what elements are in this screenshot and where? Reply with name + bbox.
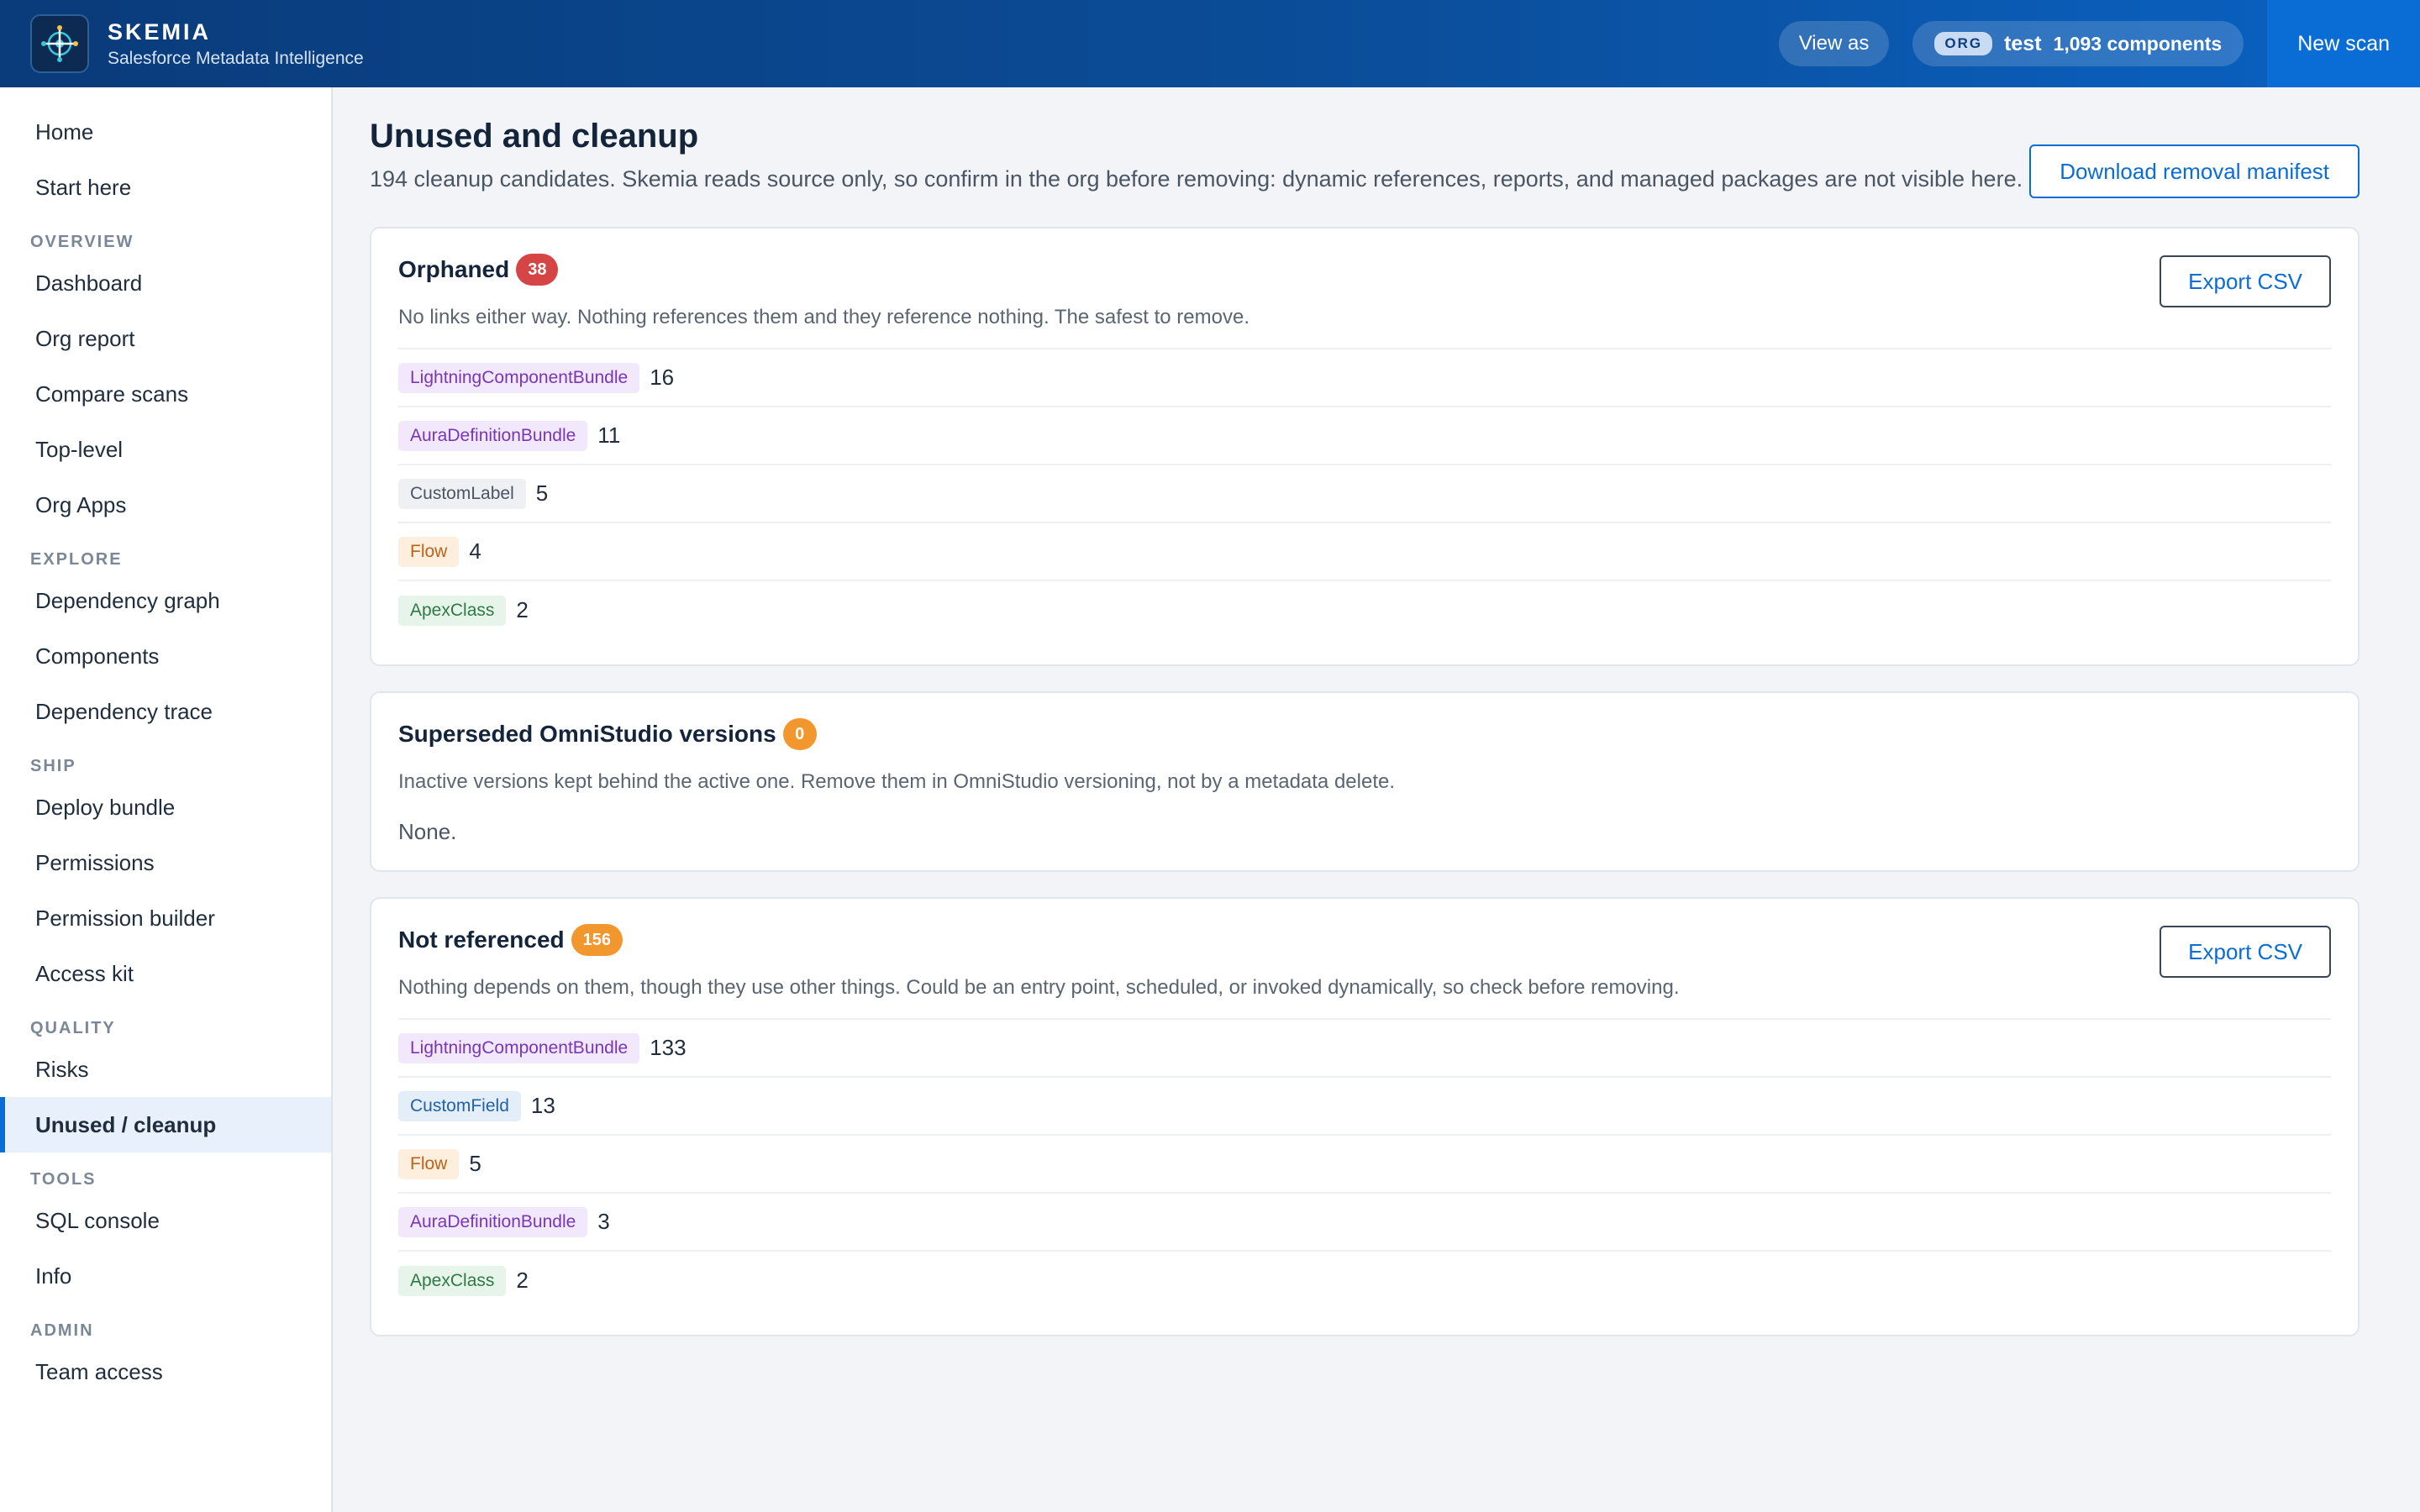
type-chip[interactable]: AuraDefinitionBundle <box>398 420 588 451</box>
new-scan-button[interactable]: New scan <box>2267 0 2420 87</box>
type-count: 133 <box>650 1035 687 1060</box>
not-referenced-type-list: LightningComponentBundle 133 CustomField… <box>398 1018 2331 1310</box>
orphaned-export-csv-button[interactable]: Export CSV <box>2160 255 2331 307</box>
sidebar-item-start-here[interactable]: Start here <box>0 160 331 215</box>
org-component-count: 1,093 components <box>2053 32 2223 55</box>
type-chip[interactable]: CustomField <box>398 1090 521 1121</box>
list-item: LightningComponentBundle 133 <box>398 1020 2331 1078</box>
brand-name: SKEMIA <box>108 18 212 45</box>
list-item: CustomField 13 <box>398 1078 2331 1136</box>
type-chip[interactable]: ApexClass <box>398 1265 507 1296</box>
type-count: 11 <box>597 423 621 448</box>
brand: SKEMIA Salesforce Metadata Intelligence <box>108 19 364 69</box>
sidebar-item-risks[interactable]: Risks <box>0 1042 331 1097</box>
sidebar-section-admin: ADMIN <box>30 1321 94 1340</box>
brand-subtitle: Salesforce Metadata Intelligence <box>108 48 364 68</box>
orphaned-type-list: LightningComponentBundle 16 AuraDefiniti… <box>398 348 2331 639</box>
sidebar-item-dependency-graph[interactable]: Dependency graph <box>0 573 331 628</box>
superseded-description: Inactive versions kept behind the active… <box>398 770 1396 793</box>
list-item: CustomLabel 5 <box>398 465 2331 523</box>
type-chip[interactable]: ApexClass <box>398 595 507 626</box>
sidebar-section-explore: EXPLORE <box>30 550 123 569</box>
org-selector[interactable]: ORG test 1,093 components <box>1912 21 2244 66</box>
card-title: Superseded OmniStudio versions 0 <box>398 718 2331 750</box>
sidebar-item-dashboard[interactable]: Dashboard <box>0 255 331 311</box>
list-item: Flow 4 <box>398 523 2331 581</box>
sidebar-item-info[interactable]: Info <box>0 1248 331 1304</box>
type-count: 2 <box>516 1268 529 1293</box>
page-title: Unused and cleanup <box>370 118 699 155</box>
list-item: ApexClass 2 <box>398 581 2331 639</box>
orphaned-description: No links either way. Nothing references … <box>398 306 1249 328</box>
sidebar-item-permissions[interactable]: Permissions <box>0 835 331 890</box>
sidebar-section-ship: SHIP <box>30 757 76 775</box>
not-referenced-card: Not referenced 156 Nothing depends on th… <box>370 897 2360 1336</box>
skemia-logo-icon[interactable] <box>30 14 89 73</box>
list-item: ApexClass 2 <box>398 1252 2331 1310</box>
sidebar-item-org-apps[interactable]: Org Apps <box>0 477 331 533</box>
header-actions: View as ORG test 1,093 components New sc… <box>1778 0 2420 87</box>
type-chip[interactable]: AuraDefinitionBundle <box>398 1206 588 1237</box>
sidebar-item-sql-console[interactable]: SQL console <box>0 1193 331 1248</box>
org-tag: ORG <box>1934 32 1993 55</box>
not-referenced-description: Nothing depends on them, though they use… <box>398 976 1680 999</box>
type-count: 4 <box>469 538 481 564</box>
type-count: 16 <box>650 365 675 390</box>
not-referenced-title: Not referenced <box>398 927 565 953</box>
sidebar-item-home[interactable]: Home <box>0 104 331 160</box>
type-chip[interactable]: LightningComponentBundle <box>398 362 640 393</box>
card-title: Not referenced 156 <box>398 924 2331 956</box>
superseded-count-badge: 0 <box>782 718 817 750</box>
sidebar-item-team-access[interactable]: Team access <box>0 1344 331 1399</box>
sidebar-section-quality: QUALITY <box>30 1019 116 1037</box>
sidebar: Home Start here OVERVIEW Dashboard Org r… <box>0 87 333 1512</box>
orphaned-count-badge: 38 <box>516 254 559 286</box>
sidebar-item-compare-scans[interactable]: Compare scans <box>0 366 331 422</box>
view-as-button[interactable]: View as <box>1778 21 1890 66</box>
org-name: test <box>2004 31 2042 55</box>
sidebar-item-org-report[interactable]: Org report <box>0 311 331 366</box>
superseded-card: Superseded OmniStudio versions 0 Inactiv… <box>370 691 2360 872</box>
sidebar-item-unused-cleanup[interactable]: Unused / cleanup <box>0 1097 331 1152</box>
list-item: LightningComponentBundle 16 <box>398 349 2331 407</box>
sidebar-item-dependency-trace[interactable]: Dependency trace <box>0 684 331 739</box>
type-count: 5 <box>535 480 549 506</box>
type-count: 5 <box>469 1151 481 1176</box>
page-subtitle: 194 cleanup candidates. Skemia reads sou… <box>370 166 2023 192</box>
type-count: 2 <box>516 597 529 622</box>
type-chip[interactable]: Flow <box>398 536 460 567</box>
not-referenced-export-csv-button[interactable]: Export CSV <box>2160 926 2331 978</box>
not-referenced-count-badge: 156 <box>571 924 623 956</box>
type-count: 3 <box>597 1209 610 1234</box>
type-chip[interactable]: LightningComponentBundle <box>398 1032 640 1063</box>
type-chip[interactable]: Flow <box>398 1148 460 1179</box>
list-item: Flow 5 <box>398 1136 2331 1194</box>
sidebar-section-tools: TOOLS <box>30 1170 97 1189</box>
list-item: AuraDefinitionBundle 11 <box>398 407 2331 465</box>
page-header: Unused and cleanup 194 cleanup candidate… <box>370 87 2383 227</box>
card-title: Orphaned 38 <box>398 254 2331 286</box>
list-item: AuraDefinitionBundle 3 <box>398 1194 2331 1252</box>
sidebar-item-access-kit[interactable]: Access kit <box>0 946 331 1001</box>
download-removal-manifest-button[interactable]: Download removal manifest <box>2029 144 2360 198</box>
type-chip[interactable]: CustomLabel <box>398 478 526 509</box>
sidebar-item-permission-builder[interactable]: Permission builder <box>0 890 331 946</box>
sidebar-section-overview: OVERVIEW <box>30 233 134 251</box>
top-header: SKEMIA Salesforce Metadata Intelligence … <box>0 0 2420 87</box>
superseded-title: Superseded OmniStudio versions <box>398 721 776 747</box>
superseded-empty-text: None. <box>398 819 457 844</box>
orphaned-card: Orphaned 38 No links either way. Nothing… <box>370 227 2360 666</box>
type-count: 13 <box>530 1093 555 1118</box>
sidebar-item-top-level[interactable]: Top-level <box>0 422 331 477</box>
sidebar-item-deploy-bundle[interactable]: Deploy bundle <box>0 780 331 835</box>
sidebar-item-components[interactable]: Components <box>0 628 331 684</box>
orphaned-title: Orphaned <box>398 256 510 282</box>
main-content: Unused and cleanup 194 cleanup candidate… <box>370 87 2383 1362</box>
